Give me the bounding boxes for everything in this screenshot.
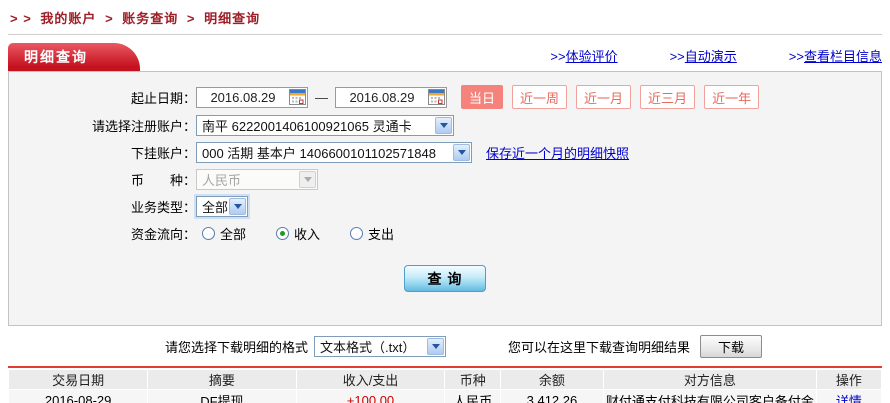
query-button[interactable]: 查 询 — [404, 265, 486, 292]
quick-range-year-button[interactable]: 近一年 — [704, 85, 760, 109]
cell-summary: DF提现 — [148, 390, 296, 403]
breadcrumb-divider — [8, 34, 882, 35]
breadcrumb-item-detail-query[interactable]: 明细查询 — [204, 11, 260, 26]
calendar-icon[interactable] — [289, 89, 306, 105]
download-hint: 您可以在这里下载查询明细结果 — [508, 340, 691, 355]
sub-account-select[interactable]: 000 活期 基本户 1406600101102571848 — [196, 141, 472, 163]
currency-label: 币 种： — [130, 172, 196, 188]
chevron-down-icon[interactable] — [229, 197, 246, 215]
col-header-summary: 摘要 — [148, 370, 296, 389]
fund-flow-options: 全部 收入 支出 — [202, 224, 394, 243]
date-range-dash: — — [315, 89, 328, 105]
save-snapshot-link[interactable]: 保存近一个月的明细快照 — [486, 143, 629, 162]
chevron-down-icon[interactable] — [435, 116, 452, 134]
start-date-input[interactable]: 2016.08.29 — [196, 86, 308, 108]
download-format-label: 请您选择下载明细的格式 — [165, 340, 309, 355]
breadcrumb-separator: > — [105, 11, 114, 26]
end-date-value: 2016.08.29 — [349, 89, 415, 105]
download-format-select[interactable]: 文本格式（.txt） — [314, 336, 447, 357]
table-row: 2016-08-29 DF提现 +100.00 人民币 3,412.26 财付通… — [9, 390, 881, 403]
registered-account-select[interactable]: 南平 6222001406100921065 灵通卡 — [196, 114, 454, 136]
business-type-select[interactable]: 全部 — [196, 195, 248, 217]
sub-account-label: 下挂账户： — [130, 145, 196, 161]
sub-account-row: 下挂账户： 000 活期 基本户 1406600101102571848 保存近… — [9, 141, 881, 163]
col-header-balance: 余额 — [501, 370, 603, 389]
quick-range-3months-button[interactable]: 近三月 — [640, 85, 696, 109]
quick-range-week-button[interactable]: 近一周 — [512, 85, 568, 109]
breadcrumb-chevrons: > > — [10, 11, 32, 26]
business-type-row: 业务类型： 全部 — [9, 195, 881, 217]
quick-range-today-button[interactable]: 当日 — [461, 85, 504, 109]
calendar-icon[interactable] — [428, 89, 445, 105]
col-header-action: 操作 — [816, 370, 881, 389]
cell-amount: +100.00 — [296, 390, 445, 403]
table-header-row: 交易日期 摘要 收入/支出 币种 余额 对方信息 操作 — [9, 370, 881, 389]
start-date-value: 2016.08.29 — [210, 89, 276, 105]
breadcrumb-item-account-query[interactable]: 账务查询 — [122, 11, 178, 26]
link-column-info[interactable]: >>查看栏目信息 — [789, 46, 882, 65]
header-links: >>体验评价 >>自动演示 >>查看栏目信息 — [550, 46, 882, 71]
registered-account-label: 请选择注册账户： — [91, 118, 196, 134]
cell-currency: 人民币 — [445, 390, 501, 403]
cell-balance: 3,412.26 — [501, 390, 603, 403]
fund-flow-row: 资金流向： 全部 收入 支出 — [9, 222, 881, 244]
date-range-label: 起止日期： — [130, 90, 196, 106]
section-header: 明细查询 >>体验评价 >>自动演示 >>查看栏目信息 — [8, 42, 882, 71]
link-auto-demo[interactable]: >>自动演示 — [670, 46, 737, 65]
download-row: 请您选择下载明细的格式 文本格式（.txt） 您可以在这里下载查询明细结果 下载 — [165, 335, 882, 358]
cell-counterparty: 财付通支付科技有限公司客户备付金 — [603, 390, 816, 403]
fund-flow-label: 资金流向： — [130, 226, 196, 242]
date-range-row: 起止日期： 2016.08.29 — 2016.08.29 当日 近一周 近一月… — [9, 85, 881, 109]
col-header-date: 交易日期 — [9, 370, 148, 389]
col-header-amount: 收入/支出 — [296, 370, 445, 389]
link-experience-rating[interactable]: >>体验评价 — [550, 46, 617, 65]
registered-account-row: 请选择注册账户： 南平 6222001406100921065 灵通卡 — [9, 114, 881, 136]
chevron-down-icon — [299, 170, 316, 188]
chevron-down-icon[interactable] — [453, 143, 470, 161]
breadcrumb-separator: > — [186, 11, 196, 26]
col-header-counterparty: 对方信息 — [603, 370, 816, 389]
breadcrumb-item-my-account[interactable]: 我的账户 — [40, 11, 96, 26]
business-type-label: 业务类型： — [130, 199, 196, 215]
radio-unchecked-icon[interactable] — [202, 226, 215, 240]
fund-flow-option-expense[interactable]: 支出 — [350, 224, 394, 243]
query-button-row: 查 询 — [9, 265, 881, 292]
table-divider — [8, 366, 882, 368]
query-form-panel: 起止日期： 2016.08.29 — 2016.08.29 当日 近一周 近一月… — [8, 71, 882, 326]
fund-flow-option-all[interactable]: 全部 — [202, 224, 246, 243]
tab-detail-query: 明细查询 — [8, 43, 140, 71]
col-header-currency: 币种 — [445, 370, 501, 389]
fund-flow-option-income[interactable]: 收入 — [276, 224, 320, 243]
download-button[interactable]: 下载 — [700, 335, 763, 358]
currency-select: 人民币 — [196, 168, 318, 190]
radio-unchecked-icon[interactable] — [350, 226, 364, 240]
detail-link[interactable]: 详情 — [836, 394, 862, 403]
chevron-down-icon[interactable] — [427, 338, 445, 355]
cell-date: 2016-08-29 — [9, 390, 148, 403]
currency-row: 币 种： 人民币 — [9, 168, 881, 190]
radio-checked-icon[interactable] — [276, 226, 290, 240]
breadcrumb: > > 我的账户 > 账务查询 > 明细查询 — [10, 8, 890, 27]
transactions-table: 交易日期 摘要 收入/支出 币种 余额 对方信息 操作 2016-08-29 D… — [8, 369, 882, 403]
end-date-input[interactable]: 2016.08.29 — [335, 86, 447, 108]
quick-range-month-button[interactable]: 近一月 — [576, 85, 632, 109]
